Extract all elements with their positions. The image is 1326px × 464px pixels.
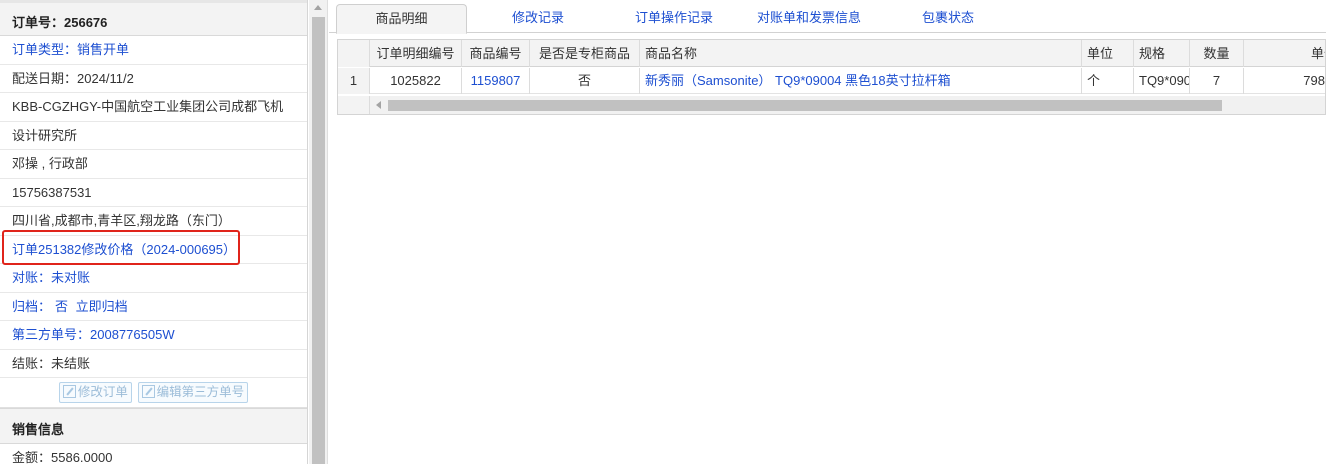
detail-id-cell: 1025822 [370, 68, 462, 94]
tab-modify-records[interactable]: 修改记录 [479, 4, 597, 33]
third-party-number: 第三方单号：2008776505W [0, 321, 307, 350]
settle-label: 结账： [12, 355, 52, 371]
column-header[interactable]: 订单明细编号 [370, 40, 462, 67]
table-row[interactable]: 1 1025822 1159807 否 新秀丽（Samsonite） TQ9*0… [338, 68, 1325, 94]
sales-info-title: 销售信息 [0, 408, 307, 444]
order-type: 订单类型：销售开单 [0, 36, 307, 65]
scrollbar-thumb[interactable] [312, 17, 325, 464]
edit-icon [62, 385, 76, 398]
customer-name-line2: 设计研究所 [0, 122, 307, 150]
scrollbar-corner [338, 96, 370, 114]
archive-now-link[interactable]: 立即归档 [76, 299, 128, 314]
third-party-value: 2008776505W [90, 327, 175, 342]
column-header[interactable]: 单价 [1244, 40, 1325, 67]
settle-status: 结账：未结账 [0, 350, 307, 378]
reconcile-status: 对账：未对账 [0, 264, 307, 293]
scroll-left-arrow-icon[interactable] [376, 101, 381, 109]
product-name-link[interactable]: 新秀丽（Samsonite） TQ9*09004 黑色18英寸拉杆箱 [640, 68, 1082, 94]
order-detail-page: 订单号：256676 订单类型：销售开单 配送日期：2024/11/2 KBB-… [0, 0, 1326, 464]
column-header[interactable]: 商品编号 [462, 40, 530, 67]
contact-phone: 15756387531 [0, 179, 307, 207]
delivery-date: 配送日期：2024/11/2 [0, 65, 307, 93]
unit-price-cell: 798 [1244, 68, 1325, 94]
archive-value: 否 [55, 298, 69, 314]
edit-icon [141, 385, 155, 398]
product-grid: 订单明细编号 商品编号 是否是专柜商品 商品名称 单位 规格 数量 单价 1 1… [337, 39, 1326, 115]
scroll-up-arrow-icon[interactable] [314, 5, 322, 10]
archive-status: 归档：否 立即归档 [0, 293, 307, 321]
reconcile-value: 未对账 [51, 270, 91, 285]
panel-top-border [0, 0, 307, 3]
counter-product-cell: 否 [530, 68, 640, 94]
order-number-title: 订单号：256676 [0, 0, 307, 36]
edit-order-button[interactable]: 修改订单 [58, 382, 132, 403]
price-change-highlight [2, 230, 240, 265]
spec-cell: TQ9*09004 [1134, 68, 1190, 94]
row-number-header [338, 40, 370, 67]
column-header[interactable]: 是否是专柜商品 [530, 40, 640, 67]
edit-order-label: 修改订单 [77, 385, 128, 399]
contact-person: 邓操 , 行政部 [0, 150, 307, 179]
order-info-panel: 订单号：256676 订单类型：销售开单 配送日期：2024/11/2 KBB-… [0, 0, 308, 464]
row-number: 1 [338, 68, 370, 94]
sales-amount: 金额：5586.0000 [0, 444, 307, 464]
unit-cell: 个 [1082, 68, 1134, 94]
column-header[interactable]: 商品名称 [640, 40, 1082, 67]
order-actions: 修改订单 编辑第三方单号 [0, 378, 307, 408]
column-header[interactable]: 单位 [1082, 40, 1134, 67]
scrollbar-thumb[interactable] [388, 100, 1222, 111]
column-header[interactable]: 规格 [1134, 40, 1190, 67]
grid-horizontal-scrollbar[interactable] [338, 96, 1325, 114]
column-header[interactable]: 数量 [1190, 40, 1244, 67]
tab-operation-records[interactable]: 订单操作记录 [611, 4, 737, 33]
quantity-cell: 7 [1190, 68, 1244, 94]
tab-product-details[interactable]: 商品明细 [336, 4, 467, 34]
settle-value: 未结账 [51, 355, 91, 371]
tab-bar: 商品明细 修改记录 订单操作记录 对账单和发票信息 包裹状态 [329, 0, 1326, 34]
archive-label: 归档： [12, 298, 52, 314]
left-panel-scrollbar[interactable] [309, 0, 328, 464]
customer-name-line1: KBB-CGZHGY-中国航空工业集团公司成都飞机 [0, 93, 307, 122]
third-party-label: 第三方单号： [12, 327, 91, 342]
product-code-link[interactable]: 1159807 [462, 68, 530, 94]
tab-package-status[interactable]: 包裹状态 [889, 4, 1007, 33]
reconcile-label: 对账： [12, 270, 52, 285]
detail-panel: 商品明细 修改记录 订单操作记录 对账单和发票信息 包裹状态 订单明细编号 商品… [329, 0, 1326, 464]
edit-third-party-label: 编辑第三方单号 [156, 385, 245, 399]
edit-third-party-button[interactable]: 编辑第三方单号 [137, 382, 249, 403]
grid-header: 订单明细编号 商品编号 是否是专柜商品 商品名称 单位 规格 数量 单价 [338, 40, 1325, 67]
tab-invoice-info[interactable]: 对账单和发票信息 [739, 4, 879, 33]
